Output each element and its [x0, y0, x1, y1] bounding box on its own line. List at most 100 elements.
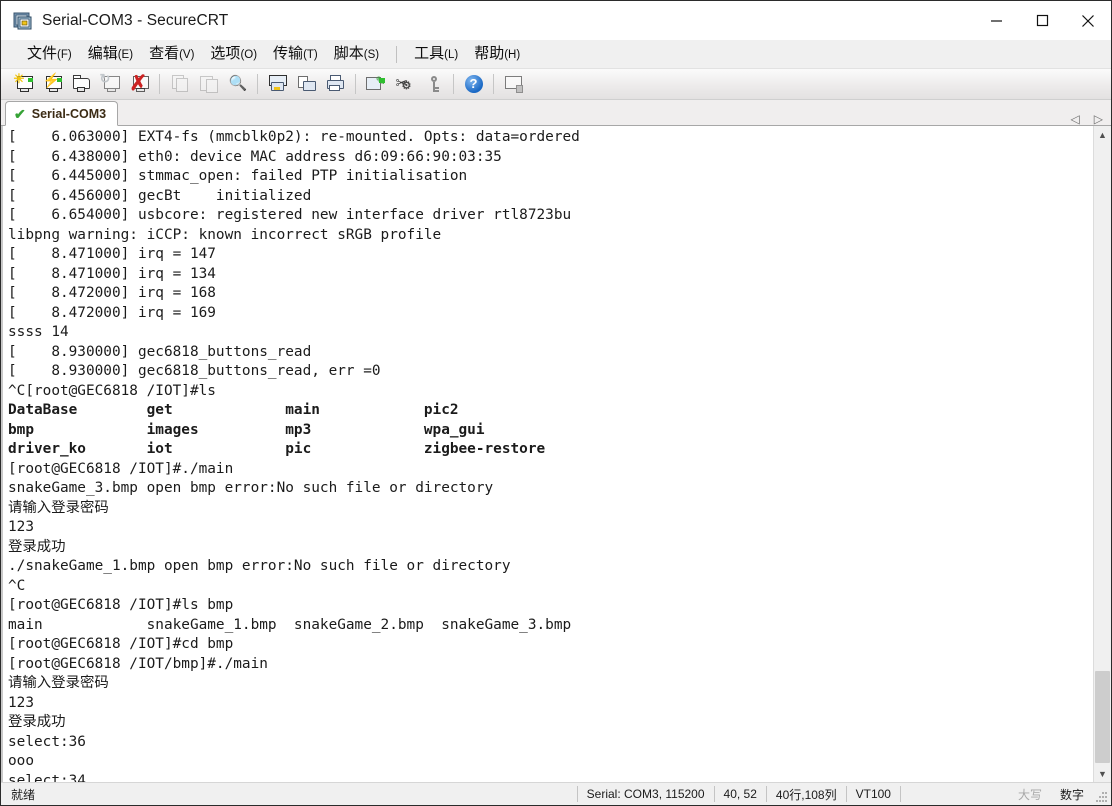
- terminal-line: [ 8.472000] irq = 168: [8, 285, 216, 301]
- quick-connect-icon: ⚡: [42, 73, 64, 94]
- terminal-line: ^C: [8, 577, 26, 594]
- toolbar-separator-1: [159, 74, 160, 94]
- terminal-line: 123: [8, 694, 34, 711]
- ls-bmp-bold-name: main: [8, 616, 43, 633]
- terminal-line: 123: [8, 519, 34, 535]
- window-controls: [973, 1, 1111, 40]
- menu-options[interactable]: 选项(O): [202, 39, 265, 70]
- disconnect-button[interactable]: ✗: [125, 71, 154, 98]
- menu-tools-mnemonic: (L): [444, 48, 459, 61]
- menu-script-label: 脚本: [333, 44, 364, 62]
- ls-bmp-rest: snakeGame_1.bmp snakeGame_2.bmp snakeGam…: [42, 616, 572, 633]
- help-button[interactable]: ?: [459, 71, 488, 98]
- terminal-output[interactable]: [ 6.063000] EXT4-fs (mmcblk0p2): re-moun…: [1, 126, 1093, 782]
- menu-file-mnemonic: (F): [57, 48, 72, 61]
- terminal-line-ls-bmp: main snakeGame_1.bmp snakeGame_2.bmp sna…: [8, 616, 1093, 636]
- menu-script[interactable]: 脚本(S): [326, 39, 387, 70]
- minimize-button[interactable]: [973, 1, 1019, 40]
- tab-serial-com3[interactable]: ✔ Serial-COM3: [5, 101, 119, 126]
- new-session-icon: ✳: [13, 72, 35, 94]
- terminal-line: snakeGame_3.bmp open bmp error:No such f…: [8, 480, 494, 496]
- terminal-line: 登录成功: [8, 538, 66, 555]
- lock-layout-button[interactable]: [499, 71, 528, 98]
- terminal-line: [ 8.930000] gec6818_buttons_read, err =0: [8, 363, 381, 379]
- print-icon: [325, 74, 347, 94]
- reconnect-button[interactable]: ↻: [96, 71, 125, 98]
- status-num-lock: 数字: [1059, 787, 1084, 802]
- terminal-line: [ 6.063000] EXT4-fs (mmcblk0p2): re-moun…: [8, 129, 580, 145]
- maximize-button[interactable]: [1019, 1, 1065, 40]
- paste-icon: [198, 74, 220, 94]
- scrollbar-track[interactable]: [1094, 143, 1111, 765]
- terminal-line-ls-row: driver_ko iot pic zigbee-restore: [8, 441, 546, 457]
- close-button[interactable]: [1065, 1, 1111, 40]
- copy-icon: [169, 74, 191, 94]
- securecrt-window: Serial-COM3 - SecureCRT 文件(F) 编辑(E) 查看(V…: [0, 0, 1112, 806]
- print-screen-button[interactable]: [263, 71, 292, 98]
- menu-options-mnemonic: (O): [240, 48, 258, 61]
- menu-transfer[interactable]: 传输(T): [265, 39, 326, 70]
- menu-tools[interactable]: 工具(L): [406, 39, 466, 70]
- scrollbar-thumb[interactable]: [1095, 671, 1110, 763]
- terminal-line: [ 8.471000] irq = 134: [8, 265, 216, 282]
- terminal-line: ooo: [8, 753, 34, 769]
- toolbar-separator-4: [453, 74, 454, 94]
- status-screen-size: 40行,108列: [775, 787, 837, 802]
- terminal-line: libpng warning: iCCP: known incorrect sR…: [8, 226, 442, 243]
- window-title: Serial-COM3 - SecureCRT: [42, 11, 229, 29]
- menu-help[interactable]: 帮助(H): [466, 39, 528, 70]
- terminal-line: [root@GEC6818 /IOT]#cd bmp: [8, 636, 234, 652]
- copy-button[interactable]: [165, 71, 194, 98]
- terminal-line: [ 6.445000] stmmac_open: failed PTP init…: [8, 168, 468, 184]
- status-ready: 就绪: [11, 787, 36, 802]
- menu-options-label: 选项: [210, 44, 241, 62]
- settings-button[interactable]: ✂ ⚙: [390, 71, 419, 98]
- menu-file[interactable]: 文件(F): [19, 39, 80, 70]
- terminal-line: [root@GEC6818 /IOT]#./main: [8, 460, 234, 477]
- terminal-line-ls-row: bmp images mp3 wpa_gui: [8, 421, 485, 438]
- tab-next-icon[interactable]: ▷: [1094, 113, 1103, 125]
- scroll-down-icon[interactable]: ▼: [1094, 765, 1111, 782]
- find-icon: 🔍: [228, 75, 248, 92]
- key-button[interactable]: [419, 71, 448, 98]
- paste-button[interactable]: [194, 71, 223, 98]
- reconnect-icon: ↻: [100, 72, 122, 94]
- terminal-line: 请输入登录密码: [8, 675, 109, 691]
- terminal-line-ls-row: DataBase get main pic2: [8, 402, 459, 418]
- tab-strip: ✔ Serial-COM3 ◁ ▷: [1, 100, 1111, 126]
- menu-transfer-mnemonic: (T): [303, 48, 318, 61]
- resize-grip[interactable]: [1093, 783, 1109, 806]
- terminal-line: select:34: [8, 772, 86, 783]
- log-session-button[interactable]: [292, 71, 321, 98]
- print-button[interactable]: [321, 71, 350, 98]
- terminal-line: ssss 14: [8, 324, 69, 340]
- toolbar-separator-2: [257, 74, 258, 94]
- terminal-scrollbar[interactable]: ▲ ▼: [1093, 126, 1111, 782]
- securecrt-app-icon: [13, 11, 33, 31]
- tab-prev-icon[interactable]: ◁: [1071, 113, 1080, 125]
- menu-view-mnemonic: (V): [179, 48, 195, 61]
- menu-view[interactable]: 查看(V): [141, 39, 202, 70]
- status-bar: 就绪 Serial: COM3, 115200 40, 52 40行,108列 …: [1, 782, 1111, 805]
- find-button[interactable]: 🔍: [223, 71, 252, 98]
- terminal-line: [ 6.438000] eth0: device MAC address d6:…: [8, 148, 502, 165]
- print-screen-icon: [267, 74, 289, 94]
- log-session-icon: [296, 74, 318, 94]
- terminal-line: ./snakeGame_1.bmp open bmp error:No such…: [8, 558, 511, 574]
- terminal-line: [ 6.654000] usbcore: registered new inte…: [8, 207, 572, 223]
- menu-file-label: 文件: [27, 44, 58, 62]
- menu-separator: [396, 45, 398, 63]
- session-options-button[interactable]: ✎: [361, 71, 390, 98]
- scroll-up-icon[interactable]: ▲: [1094, 126, 1111, 143]
- quick-connect-button[interactable]: ⚡: [38, 71, 67, 98]
- terminal-line: select:36: [8, 733, 86, 750]
- terminal-line: [ 8.471000] irq = 147: [8, 246, 216, 262]
- menu-tools-label: 工具: [414, 44, 445, 62]
- status-emulation: VT100: [855, 787, 891, 801]
- open-session-folder-button[interactable]: [67, 71, 96, 98]
- menu-script-mnemonic: (S): [363, 48, 380, 61]
- new-session-button[interactable]: ✳: [9, 71, 38, 98]
- menu-edit-mnemonic: (E): [117, 48, 134, 61]
- title-bar: Serial-COM3 - SecureCRT: [1, 1, 1111, 40]
- menu-edit[interactable]: 编辑(E): [80, 39, 141, 70]
